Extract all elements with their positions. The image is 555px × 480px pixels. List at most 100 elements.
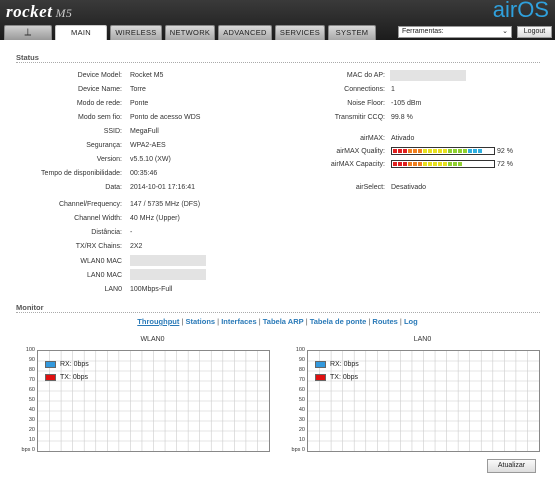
noise-floor-value: -105 dBm <box>391 100 422 107</box>
rx-legend: RX: 0bps <box>315 361 359 368</box>
y-tick-label: 70 <box>298 377 305 383</box>
bar-segment <box>453 149 457 153</box>
y-tick-label: 90 <box>28 357 35 363</box>
airmax-capacity-value: 72 % <box>497 161 513 168</box>
bar-segment <box>473 149 477 153</box>
rx-legend-label: RX: 0bps <box>60 361 89 368</box>
bar-segment <box>423 149 427 153</box>
rx-legend-label: RX: 0bps <box>330 361 359 368</box>
y-tick-label: bps 0 <box>291 447 305 453</box>
bar-segment <box>483 162 487 166</box>
link-bridge-table[interactable]: Tabela de ponte <box>310 317 367 326</box>
network-mode-label: Modo de rede: <box>76 100 122 107</box>
bar-segment <box>408 149 412 153</box>
bar-segment <box>428 149 432 153</box>
bar-segment <box>448 149 452 153</box>
tab-services[interactable]: SERVICES <box>275 25 325 40</box>
bar-segment <box>413 162 417 166</box>
tools-select[interactable]: Ferramentas: ⌄ <box>398 26 512 38</box>
monitor-divider <box>16 312 540 313</box>
rx-legend: RX: 0bps <box>45 361 89 368</box>
status-title: Status <box>16 53 39 62</box>
link-interfaces[interactable]: Interfaces <box>221 317 256 326</box>
tx-swatch <box>315 374 326 381</box>
chart-title: LAN0 <box>413 336 432 343</box>
airos-logo: airOS <box>492 0 549 22</box>
distance-value: - <box>130 229 133 236</box>
bar-segment <box>438 162 442 166</box>
security-label: Segurança: <box>86 142 122 149</box>
bar-segment <box>453 162 457 166</box>
airmax-quality-bar <box>391 147 495 155</box>
channel-frequency-value: 147 / 5735 MHz (DFS) <box>130 201 201 208</box>
airmax-quality-value: 92 % <box>497 148 513 155</box>
tab-advanced[interactable]: ADVANCED <box>218 25 272 40</box>
ap-mac-label: MAC do AP: <box>346 72 385 79</box>
ccq-label: Transmitir CCQ: <box>334 114 385 121</box>
bar-segment <box>443 162 447 166</box>
y-tick-label: 60 <box>298 387 305 393</box>
chart-title: WLAN0 <box>140 336 165 343</box>
y-tick-label: bps 0 <box>21 447 35 453</box>
y-tick-label: 100 <box>295 347 305 353</box>
tx-legend-label: TX: 0bps <box>60 374 89 381</box>
rocket-logo: rocket M5 <box>6 2 73 21</box>
ssid-label: SSID: <box>103 128 122 135</box>
tx-legend-label: TX: 0bps <box>330 374 359 381</box>
link-routes[interactable]: Routes <box>372 317 397 326</box>
tx-legend: TX: 0bps <box>315 374 358 381</box>
tab-main[interactable]: MAIN <box>55 25 107 40</box>
antenna-icon: ⟂ <box>24 27 32 38</box>
lan0-mac-label: LAN0 MAC <box>86 272 122 279</box>
bar-segment <box>398 149 402 153</box>
link-arp-table[interactable]: Tabela ARP <box>263 317 304 326</box>
bar-segment <box>478 162 482 166</box>
refresh-button[interactable]: Atualizar <box>487 459 536 473</box>
bar-segment <box>398 162 402 166</box>
link-log[interactable]: Log <box>404 317 418 326</box>
airmax-capacity-bar <box>391 160 495 168</box>
bar-segment <box>478 149 482 153</box>
security-value: WPA2-AES <box>130 142 166 149</box>
y-tick-label: 20 <box>298 427 305 433</box>
bar-segment <box>433 149 437 153</box>
bar-segment <box>463 162 467 166</box>
logout-button[interactable]: Logout <box>517 26 552 38</box>
tab-home[interactable]: ⟂ <box>4 25 52 40</box>
tab-wireless[interactable]: WIRELESS <box>110 25 162 40</box>
airselect-value: Desativado <box>391 184 427 191</box>
device-name-value: Torre <box>130 86 146 93</box>
device-model-value: Rocket M5 <box>130 72 164 79</box>
bar-segment <box>448 162 452 166</box>
network-mode-value: Ponte <box>130 100 149 107</box>
channel-width-label: Channel Width: <box>74 215 122 222</box>
distance-label: Distância: <box>91 229 122 236</box>
tx-legend: TX: 0bps <box>45 374 88 381</box>
ap-mac-value <box>390 70 466 81</box>
tab-system[interactable]: SYSTEM <box>328 25 376 40</box>
date-label: Data: <box>105 184 122 191</box>
date-value: 2014-10-01 17:16:41 <box>130 184 195 191</box>
link-throughput[interactable]: Throughput <box>137 317 179 326</box>
rx-swatch <box>45 361 56 368</box>
channel-frequency-label: Channel/Frequency: <box>58 201 122 208</box>
link-stations[interactable]: Stations <box>185 317 215 326</box>
bar-segment <box>423 162 427 166</box>
y-tick-label: 100 <box>25 347 35 353</box>
bar-segment <box>393 162 397 166</box>
bar-segment <box>418 149 422 153</box>
airmax-quality-label: airMAX Quality: <box>336 148 385 155</box>
y-tick-label: 40 <box>28 407 35 413</box>
y-tick-label: 40 <box>298 407 305 413</box>
device-name-label: Device Name: <box>78 86 122 93</box>
chains-value: 2X2 <box>130 243 143 250</box>
uptime-value: 00:35:46 <box>130 170 158 177</box>
tab-network[interactable]: NETWORK <box>165 25 215 40</box>
channel-width-value: 40 MHz (Upper) <box>130 215 180 222</box>
y-tick-label: 30 <box>298 417 305 423</box>
chevron-down-icon: ⌄ <box>502 28 508 35</box>
top-bar: rocket M5 airOS ⟂ MAIN WIRELESS NETWORK A… <box>0 0 555 40</box>
airmax-capacity-label: airMAX Capacity: <box>330 161 385 168</box>
version-value: v5.5.10 (XW) <box>130 156 171 163</box>
bar-segment <box>403 149 407 153</box>
